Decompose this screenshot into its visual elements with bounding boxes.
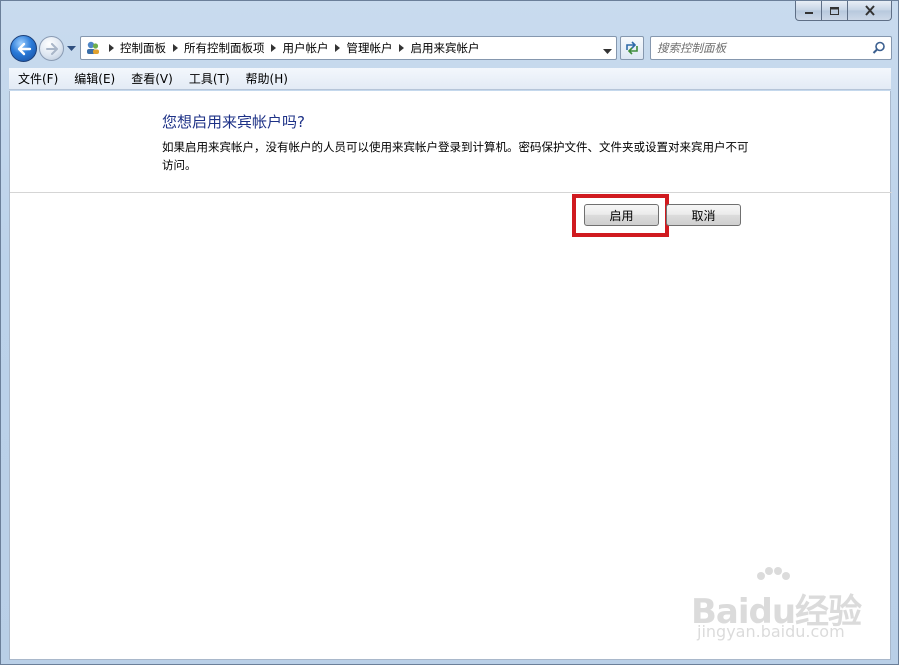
address-dropdown-icon[interactable] bbox=[603, 44, 612, 58]
breadcrumb-separator-icon[interactable] bbox=[331, 44, 345, 52]
search-box[interactable] bbox=[650, 36, 892, 60]
menu-help[interactable]: 帮助(H) bbox=[237, 68, 295, 90]
divider bbox=[10, 192, 892, 193]
baidu-watermark: Baidu经验 jingyan.baidu.com bbox=[691, 566, 891, 646]
cancel-button[interactable]: 取消 bbox=[666, 204, 741, 226]
menu-tools[interactable]: 工具(T) bbox=[180, 68, 237, 90]
breadcrumb-separator-icon[interactable] bbox=[395, 44, 409, 52]
description-text: 如果启用来宾帐户，没有帐户的人员可以使用来宾帐户登录到计算机。密码保护文件、文件… bbox=[162, 140, 749, 172]
minimize-button[interactable] bbox=[795, 1, 822, 21]
forward-arrow-icon bbox=[45, 42, 58, 55]
chevron-down-icon bbox=[66, 46, 76, 51]
close-icon bbox=[864, 5, 875, 16]
back-arrow-icon bbox=[17, 42, 31, 55]
refresh-button[interactable] bbox=[620, 36, 644, 60]
refresh-icon bbox=[626, 41, 638, 55]
navigation-bar: 控制面板 所有控制面板项 用户帐户 管理帐户 启用来宾帐户 bbox=[1, 31, 898, 65]
back-button[interactable] bbox=[10, 35, 37, 62]
search-input[interactable] bbox=[657, 40, 862, 56]
page-title: 您想启用来宾帐户吗? bbox=[162, 113, 305, 131]
caption-buttons bbox=[795, 1, 892, 23]
breadcrumb-manage-accounts[interactable]: 管理帐户 bbox=[345, 40, 395, 56]
maximize-icon bbox=[830, 6, 839, 15]
breadcrumb-user-accounts[interactable]: 用户帐户 bbox=[281, 40, 331, 56]
breadcrumb-all-items[interactable]: 所有控制面板项 bbox=[182, 40, 267, 56]
recent-pages-button[interactable] bbox=[66, 45, 76, 53]
maximize-button[interactable] bbox=[822, 1, 848, 21]
forward-button[interactable] bbox=[39, 36, 64, 61]
search-icon[interactable] bbox=[872, 41, 886, 58]
watermark-site: jingyan.baidu.com bbox=[697, 622, 845, 641]
menu-view[interactable]: 查看(V) bbox=[122, 68, 180, 90]
address-bar[interactable]: 控制面板 所有控制面板项 用户帐户 管理帐户 启用来宾帐户 bbox=[80, 36, 617, 60]
menu-file[interactable]: 文件(F) bbox=[9, 68, 65, 90]
breadcrumb-separator-icon[interactable] bbox=[168, 44, 182, 52]
breadcrumb-separator-icon[interactable] bbox=[267, 44, 281, 52]
explorer-window: 控制面板 所有控制面板项 用户帐户 管理帐户 启用来宾帐户 文件(F) 编辑(E… bbox=[0, 0, 899, 665]
breadcrumb-separator-icon bbox=[104, 44, 118, 52]
control-panel-icon bbox=[82, 37, 104, 59]
menu-bar: 文件(F) 编辑(E) 查看(V) 工具(T) 帮助(H) bbox=[9, 68, 891, 90]
breadcrumb-control-panel[interactable]: 控制面板 bbox=[118, 40, 168, 56]
close-button[interactable] bbox=[848, 1, 892, 21]
enable-button[interactable]: 启用 bbox=[584, 204, 659, 226]
breadcrumb-enable-guest[interactable]: 启用来宾帐户 bbox=[409, 40, 482, 56]
minimize-icon bbox=[804, 11, 813, 14]
menu-edit[interactable]: 编辑(E) bbox=[65, 68, 122, 90]
